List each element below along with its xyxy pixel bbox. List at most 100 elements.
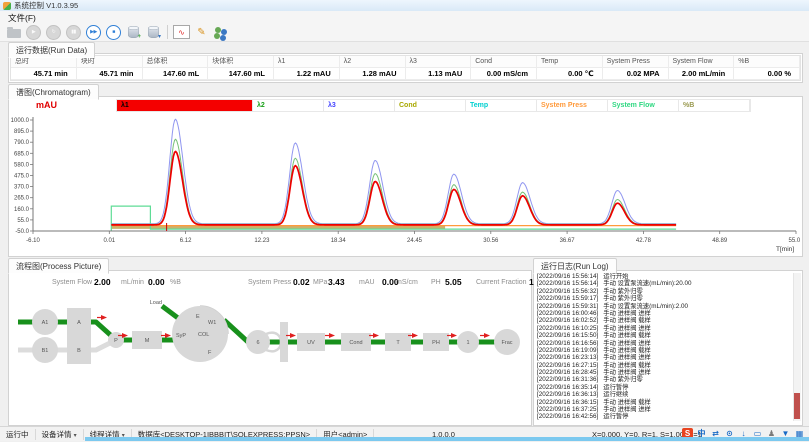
run-data-value: 45.71 min <box>77 68 143 80</box>
tab-run-data[interactable]: 运行数据(Run Data) <box>8 42 95 58</box>
stop-icon[interactable]: ■ <box>105 24 122 40</box>
process-readouts: System Flow2.00mL/min0.00%BSystem Press0… <box>8 276 530 290</box>
log-entry[interactable]: [2022/09/16 16:16:56]手动 进样阀 进样 <box>537 340 791 347</box>
run-data-value: 0.00 % <box>734 68 800 80</box>
legend-item[interactable]: λ1 <box>117 100 253 111</box>
flow-node-label: PH <box>432 340 440 346</box>
flow-node-label: Cond <box>349 340 362 346</box>
log-entry[interactable]: [2022/09/16 16:15:50]手动 进样阀 载样 <box>537 332 791 339</box>
y-unit-label: mAU <box>36 100 57 110</box>
log-entry[interactable]: [2022/09/16 16:23:13]手动 进样阀 进样 <box>537 354 791 361</box>
run-data-value: 1.28 mAU <box>340 68 406 80</box>
log-entry[interactable]: [2022/09/16 16:00:46]手动 进样阀 进样 <box>537 310 791 317</box>
svg-text:370.0: 370.0 <box>14 185 30 191</box>
flow-node-label: 1 <box>466 340 469 346</box>
user-manager-icon[interactable] <box>213 24 230 40</box>
readout-label: %B <box>170 279 181 286</box>
log-entry[interactable]: [2022/09/16 16:37:25]手动 进样阀 进样 <box>537 406 791 413</box>
run-data-col-header: %B <box>734 56 800 68</box>
readout-value: 2.00 <box>94 277 111 287</box>
run-log-scrollbar[interactable] <box>793 273 801 421</box>
flow-node-label: A <box>77 320 81 326</box>
play-icon[interactable]: ▶ <box>25 24 42 40</box>
run-data-col-header: 总体积 <box>143 56 209 68</box>
readout-value: 0.02 <box>293 277 310 287</box>
log-entry[interactable]: [2022/09/16 16:27:15]手动 进样阀 载样 <box>537 362 791 369</box>
log-entry[interactable]: [2022/09/16 15:59:31]手动 设置泵流速(mL/min):2.… <box>537 303 791 310</box>
readout-label: mL/min <box>121 279 144 286</box>
repeat-icon[interactable]: ↻ <box>45 24 62 40</box>
log-entry[interactable]: [2022/09/16 16:02:52]手动 进样阀 载样 <box>537 317 791 324</box>
log-time: [2022/09/16 15:56:14] <box>537 273 598 280</box>
tab-run-log[interactable]: 运行日志(Run Log) <box>533 258 617 274</box>
readout-label: mS/cm <box>396 279 418 286</box>
log-time: [2022/09/16 16:31:36] <box>537 376 598 383</box>
log-time: [2022/09/16 16:37:25] <box>537 406 598 413</box>
run-data-value: 147.60 mL <box>208 68 274 80</box>
log-entry[interactable]: [2022/09/16 15:56:32]手动 紫外归零 <box>537 288 791 295</box>
fast-forward-icon[interactable]: ▶▶ <box>85 24 102 40</box>
log-time: [2022/09/16 16:19:09] <box>537 347 598 354</box>
svg-text:36.67: 36.67 <box>560 238 576 244</box>
tab-process-picture[interactable]: 流程图(Process Picture) <box>8 258 109 274</box>
legend-item[interactable]: System Press <box>537 100 608 111</box>
legend-item[interactable]: Cond <box>395 100 466 111</box>
flow-node-label: P <box>114 338 118 344</box>
flow-label: SyP <box>176 333 186 339</box>
log-entry[interactable]: [2022/09/16 16:10:25]手动 进样阀 进样 <box>537 325 791 332</box>
log-entry[interactable]: [2022/09/16 15:56:14] 手动 设置泵流速(mL/min):20… <box>537 280 791 287</box>
legend-item[interactable]: System Flow <box>608 100 679 111</box>
log-entry[interactable]: [2022/09/16 16:35:14]运行暂停 <box>537 384 791 391</box>
status-device-details[interactable]: 设备详情 ▾ <box>36 429 84 440</box>
legend-item[interactable]: λ3 <box>324 100 395 111</box>
run-log-list[interactable]: [2022/09/16 15:56:14]运行开始[2022/09/16 15:… <box>537 273 791 421</box>
log-time: [2022/09/16 16:02:52] <box>537 317 598 324</box>
run-data-col-header: λ3 <box>406 56 472 68</box>
readout-value: 0.00 <box>148 277 165 287</box>
flow-label: W1 <box>208 320 216 326</box>
log-text: 运行暂停 <box>603 413 628 420</box>
legend-item[interactable]: λ2 <box>253 100 324 111</box>
legend-item[interactable]: %B <box>679 100 750 111</box>
run-data-value: 45.71 min <box>11 68 77 80</box>
log-time: [2022/09/16 16:28:45] <box>537 369 598 376</box>
dropdown-caret-icon: ▾ <box>74 433 77 439</box>
log-time: [2022/09/16 15:56:14] <box>537 280 598 287</box>
tab-chromatogram[interactable]: 谱图(Chromatogram) <box>8 84 99 100</box>
log-text: 手动 进样阀 载样 <box>603 362 651 369</box>
svg-text:55.00: 55.00 <box>788 238 800 244</box>
log-text: 手动 进样阀 进样 <box>603 340 651 347</box>
readout-label: System Press <box>248 279 291 286</box>
svg-text:42.78: 42.78 <box>636 238 652 244</box>
log-entry[interactable]: [2022/09/16 16:28:45]手动 进样阀 进样 <box>537 369 791 376</box>
run-log-scrollbar-thumb[interactable] <box>794 393 800 419</box>
edit-method-icon[interactable]: ✎ <box>193 24 210 40</box>
log-entry[interactable]: [2022/09/16 15:59:17]手动 紫外归零 <box>537 295 791 302</box>
log-entry[interactable]: [2022/09/16 16:36:15]手动 进样阀 载样 <box>537 399 791 406</box>
run-data-header-row: 总时块时总体积块体积λ1λ2λ3CondTempSystem PressSyst… <box>11 56 800 68</box>
open-file-icon[interactable] <box>5 24 22 40</box>
log-entry[interactable]: [2022/09/16 16:19:09]手动 进样阀 载样 <box>537 347 791 354</box>
log-text: 手动 紫外归零 <box>603 376 643 383</box>
log-text: 手动 进样阀 载样 <box>603 399 651 406</box>
flow-node-label: B1 <box>42 348 49 354</box>
pause-icon[interactable]: ▮▮ <box>65 24 82 40</box>
flow-node-label: M <box>145 338 150 344</box>
curve-display-icon[interactable]: ∿ <box>173 24 190 40</box>
svg-text:24.45: 24.45 <box>407 238 423 244</box>
log-entry[interactable]: [2022/09/16 16:31:36] 手动 紫外归零 <box>537 376 791 383</box>
chromatogram-plot[interactable]: -6.100.016.1212.2318.3424.4530.5636.6742… <box>9 114 800 253</box>
series-λ1 <box>111 152 676 225</box>
flow-label: Load <box>150 300 162 306</box>
log-entry[interactable]: [2022/09/16 16:36:13]运行继续 <box>537 391 791 398</box>
readout-label: MPa <box>313 279 327 286</box>
export-database-icon[interactable]: ▾ <box>145 24 162 40</box>
report-database-icon[interactable]: + <box>125 24 142 40</box>
readout-value: 5.05 <box>445 277 462 287</box>
log-text: 手动 设置泵流速(mL/min):20.00 <box>603 280 691 287</box>
log-text: 手动 进样阀 进样 <box>603 354 651 361</box>
menu-bar: 文件(F) <box>0 11 809 23</box>
legend-item[interactable]: Temp <box>466 100 537 111</box>
log-entry[interactable]: [2022/09/16 16:42:56]运行暂停 <box>537 413 791 420</box>
log-text: 运行继续 <box>603 391 628 398</box>
